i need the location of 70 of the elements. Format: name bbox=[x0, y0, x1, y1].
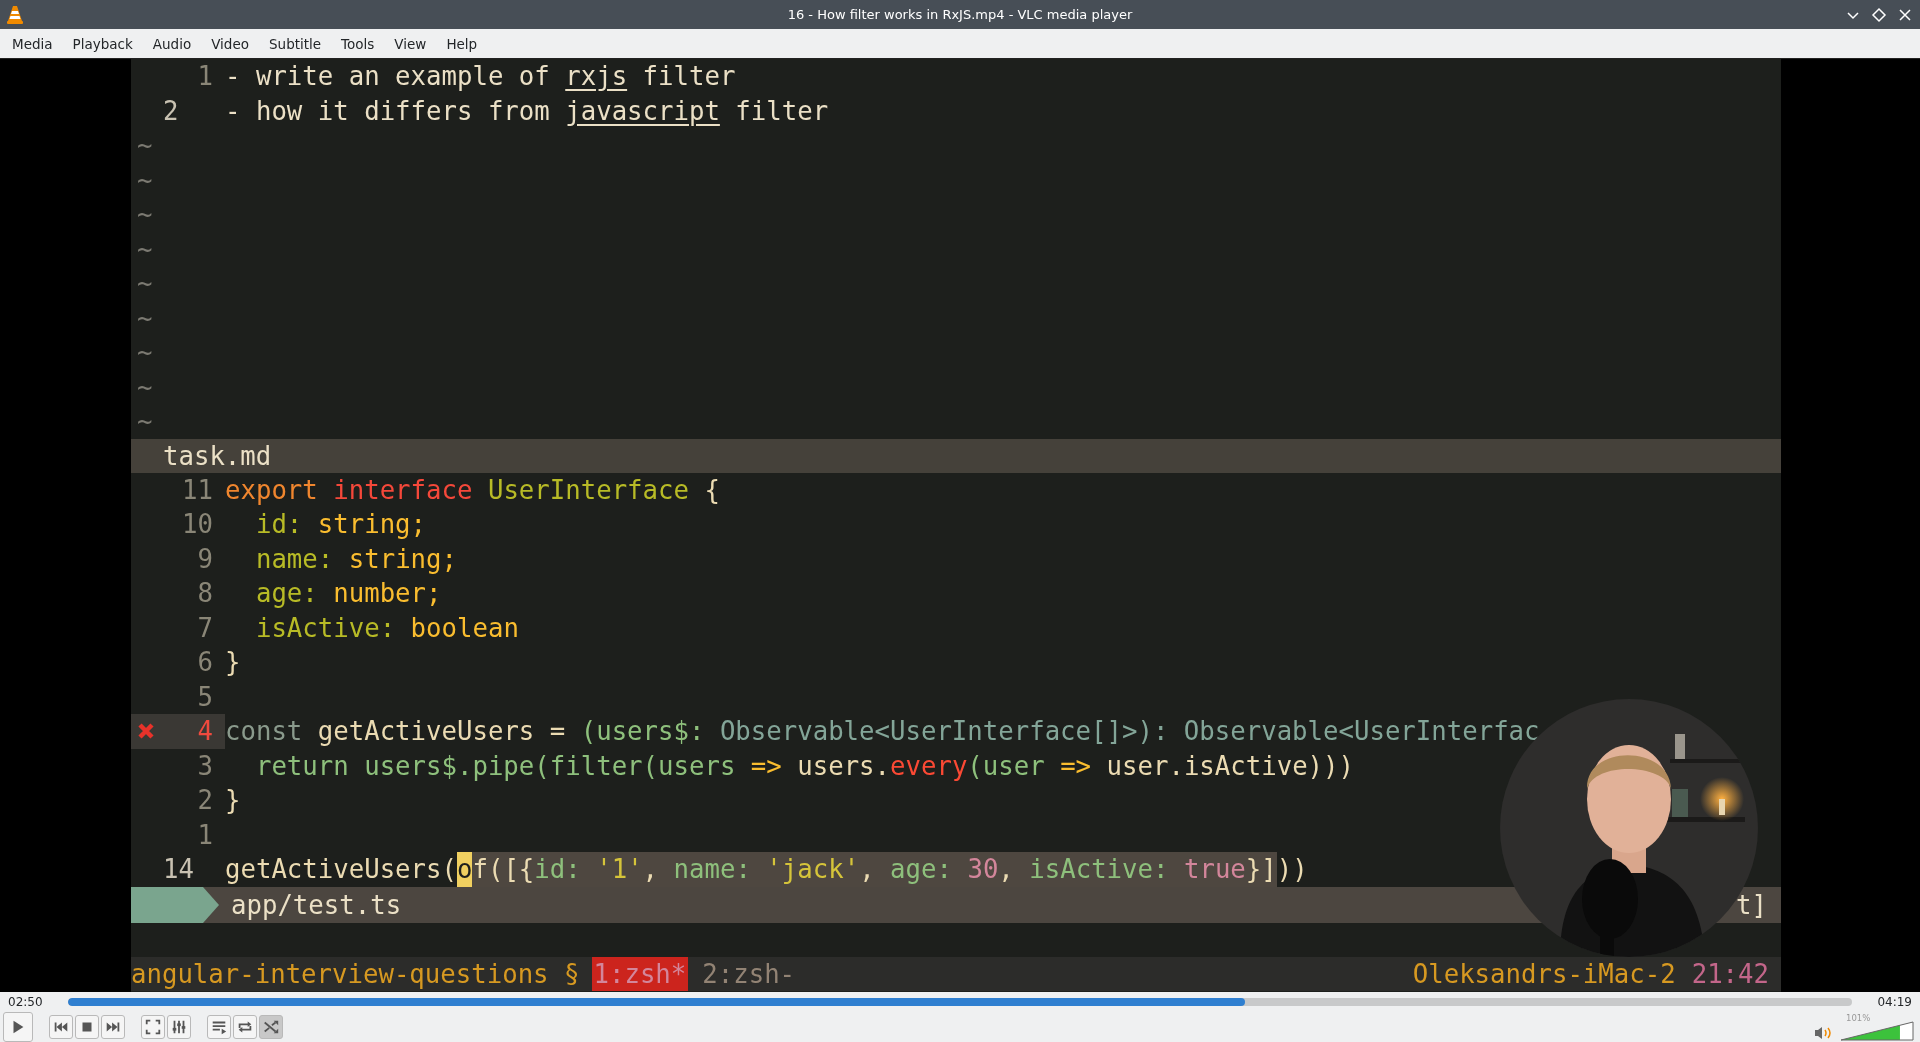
empty-line-marker: ~ bbox=[137, 337, 153, 367]
empty-line-marker: ~ bbox=[137, 406, 153, 436]
shuffle-button[interactable] bbox=[259, 1014, 283, 1039]
playlist-button[interactable] bbox=[207, 1014, 231, 1039]
line-number: 1 bbox=[196, 818, 214, 852]
line-number: 4 bbox=[161, 714, 225, 749]
speaker-icon[interactable] bbox=[1814, 1025, 1832, 1040]
traffic-cone-icon bbox=[6, 4, 24, 25]
code-line: - how it differs from javascript filter bbox=[225, 94, 829, 128]
stop-button[interactable] bbox=[75, 1014, 99, 1039]
code-line: name: string; bbox=[254, 542, 457, 576]
line-number: 3 bbox=[196, 749, 214, 783]
elapsed-time: 02:50 bbox=[7, 994, 44, 1009]
play-button[interactable] bbox=[3, 1011, 33, 1042]
line-number: 11 bbox=[181, 473, 214, 507]
code-line: id: string; bbox=[254, 508, 427, 541]
line-number: 7 bbox=[196, 611, 214, 645]
menu-item[interactable]: Media bbox=[2, 35, 63, 52]
total-time: 04:19 bbox=[1876, 994, 1913, 1009]
diamond-icon bbox=[1871, 6, 1887, 23]
empty-line-marker: ~ bbox=[137, 130, 153, 160]
volume-slider[interactable] bbox=[1840, 1020, 1914, 1041]
previous-button[interactable] bbox=[49, 1014, 73, 1039]
line-number: 2 bbox=[162, 94, 180, 128]
fullscreen-icon bbox=[144, 1017, 162, 1036]
menu-item[interactable]: Video bbox=[201, 35, 259, 52]
code-line: isActive: boolean bbox=[254, 611, 519, 645]
extended-button[interactable] bbox=[167, 1014, 191, 1039]
empty-line-marker: ~ bbox=[137, 164, 153, 195]
host-name: Oleksandrs-iMac-2 bbox=[1412, 957, 1676, 991]
empty-line-marker: ~ bbox=[137, 199, 153, 229]
seek-bar[interactable] bbox=[68, 997, 1852, 1006]
code-line: export interface UserInterface { bbox=[225, 473, 720, 507]
menu-item[interactable]: Tools bbox=[331, 35, 385, 52]
close-icon bbox=[1897, 6, 1913, 23]
code-line: } bbox=[225, 784, 241, 817]
status-text: t] bbox=[1736, 889, 1767, 920]
code-line: } bbox=[225, 646, 241, 679]
empty-line-marker: ~ bbox=[137, 268, 153, 298]
menu-item[interactable]: Audio bbox=[142, 35, 202, 52]
line-number: 2 bbox=[196, 784, 214, 817]
empty-line-marker: ~ bbox=[137, 371, 153, 402]
line-number: 1 bbox=[196, 60, 214, 93]
menu-item[interactable]: Playback bbox=[62, 35, 143, 52]
window-title: 16 - How filter works in RxJS.mp4 - VLC media player bbox=[787, 7, 1133, 22]
line-number: 8 bbox=[196, 577, 214, 610]
fullscreen-button[interactable] bbox=[141, 1014, 165, 1039]
menu-item[interactable]: View bbox=[384, 35, 437, 52]
code-line: const getActiveUsers = (users$: Observable<UserInterface[]>): Observable<UserInterfac bbox=[225, 715, 1540, 748]
empty-line-marker: ~ bbox=[137, 233, 153, 264]
empty-line-marker: ~ bbox=[137, 302, 153, 333]
code-line: age: number; bbox=[254, 577, 442, 610]
code-line: return users$.pipe(filter(users => users.every(user => user.isActive))) bbox=[254, 749, 1354, 783]
file-name: task.md bbox=[163, 439, 272, 473]
line-number: 5 bbox=[196, 680, 214, 714]
line-number: 14 bbox=[162, 853, 195, 886]
clock-time: 21:42 bbox=[1691, 957, 1769, 991]
next-button[interactable] bbox=[101, 1014, 125, 1039]
menu-item[interactable]: Help bbox=[436, 35, 488, 52]
cross-icon bbox=[137, 722, 155, 741]
volume-label: 101% bbox=[1846, 1012, 1871, 1023]
code-line: - write an example of rxjs filter bbox=[225, 60, 736, 93]
loop-button[interactable] bbox=[233, 1014, 257, 1039]
line-number: 9 bbox=[196, 542, 214, 576]
menu-item[interactable]: Subtitle bbox=[259, 35, 332, 52]
line-number: 6 bbox=[196, 646, 214, 679]
window-tab[interactable]: 2:zsh- bbox=[700, 956, 798, 991]
session-name: angular-interview-questions § bbox=[131, 957, 580, 991]
file-path: app/test.ts bbox=[231, 889, 402, 920]
line-number: 10 bbox=[181, 508, 214, 541]
